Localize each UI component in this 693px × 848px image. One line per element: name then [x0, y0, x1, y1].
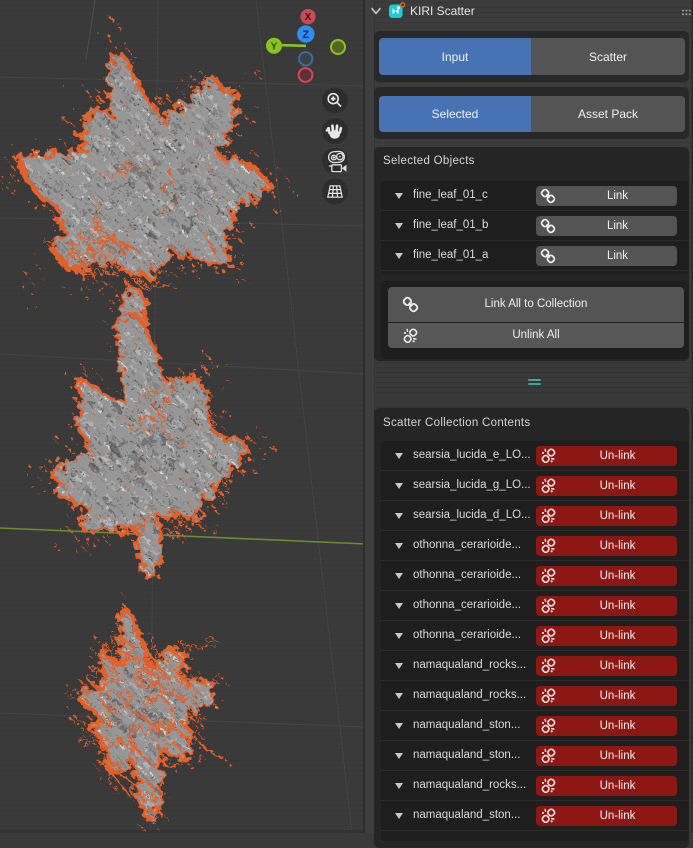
svg-text:Y: Y: [271, 42, 278, 53]
svg-text:X: X: [305, 12, 312, 23]
svg-text:Z: Z: [302, 29, 309, 41]
